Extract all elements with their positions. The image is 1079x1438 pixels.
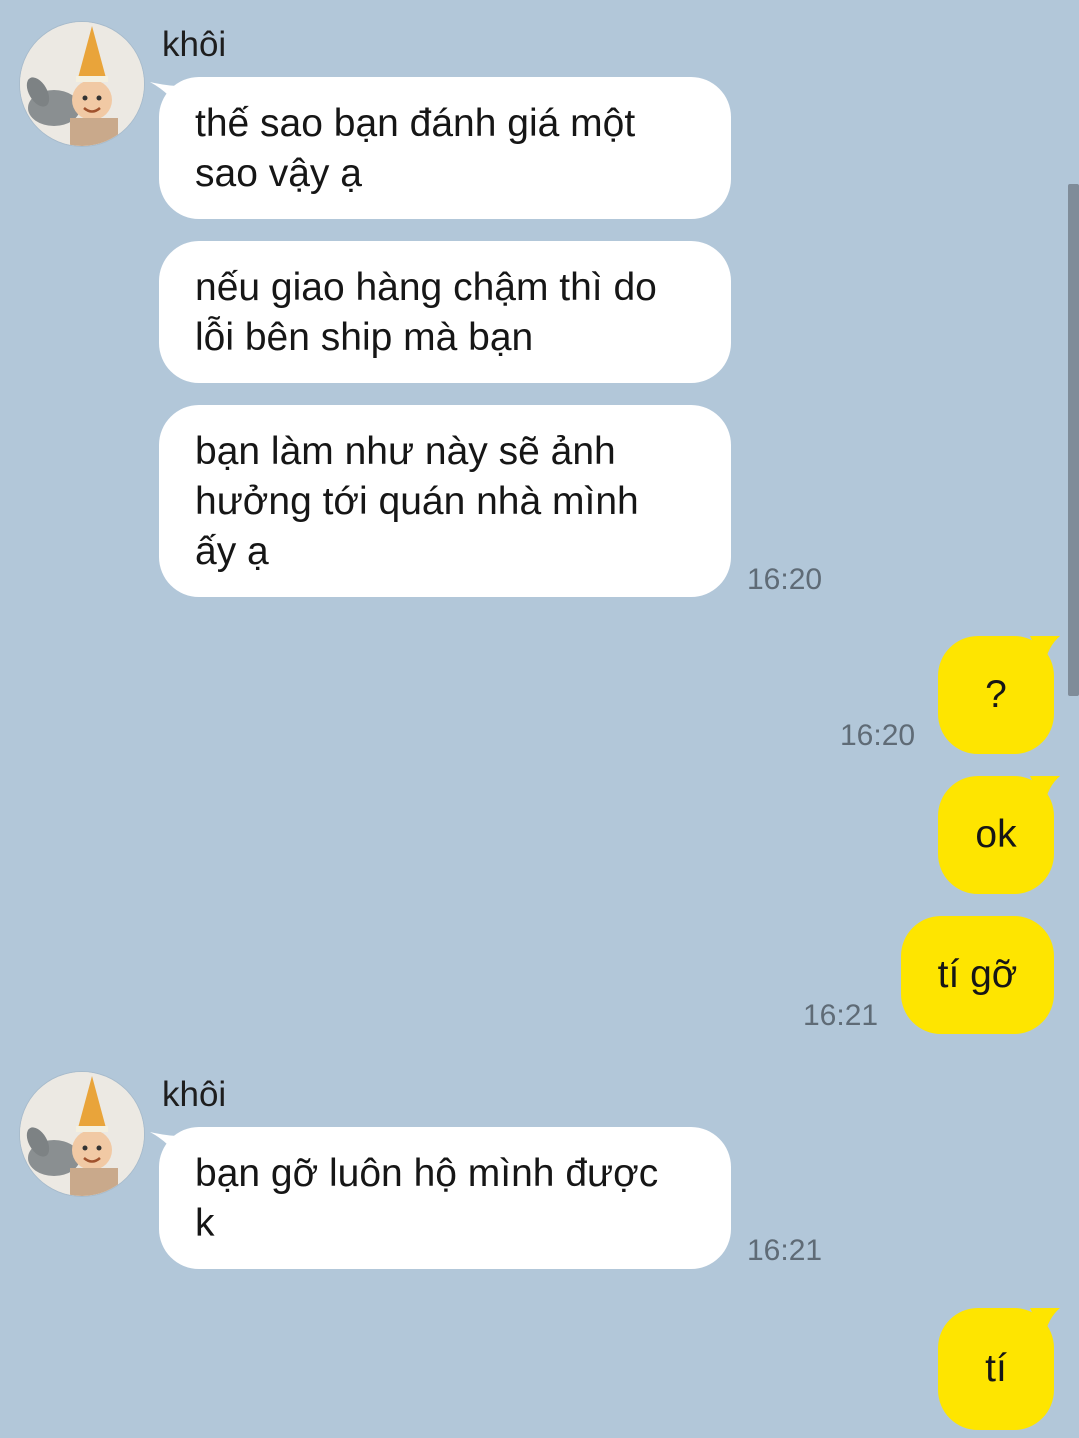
message-timestamp: 16:21 xyxy=(747,1234,823,1267)
incoming-message[interactable]: nếu giao hàng chậm thì do lỗi bên ship m… xyxy=(159,241,731,383)
sender-name: khôi xyxy=(162,25,227,64)
bubble-tail xyxy=(1030,1308,1060,1338)
sender-avatar[interactable] xyxy=(20,1072,144,1196)
sender-avatar[interactable] xyxy=(20,22,144,146)
chat-log[interactable]: khôi thế sao bạn đánh giá một sao vậy ạ … xyxy=(0,0,1079,1438)
scrollbar[interactable] xyxy=(1068,184,1079,696)
message-timestamp: 16:20 xyxy=(840,719,916,752)
message-timestamp: 16:21 xyxy=(803,999,879,1032)
message-timestamp: 16:20 xyxy=(747,563,823,596)
incoming-message[interactable]: bạn gỡ luôn hộ mình được k xyxy=(159,1127,731,1269)
avatar-photo-icon xyxy=(20,1072,144,1196)
outgoing-message[interactable]: tí gỡ xyxy=(901,916,1054,1034)
incoming-message[interactable]: bạn làm như này sẽ ảnh hưởng tới quán nh… xyxy=(159,405,731,597)
avatar-photo-icon xyxy=(20,22,144,146)
bubble-tail xyxy=(1030,636,1060,666)
incoming-message[interactable]: thế sao bạn đánh giá một sao vậy ạ xyxy=(159,77,731,219)
sender-name: khôi xyxy=(162,1075,227,1114)
bubble-tail xyxy=(1030,776,1060,806)
